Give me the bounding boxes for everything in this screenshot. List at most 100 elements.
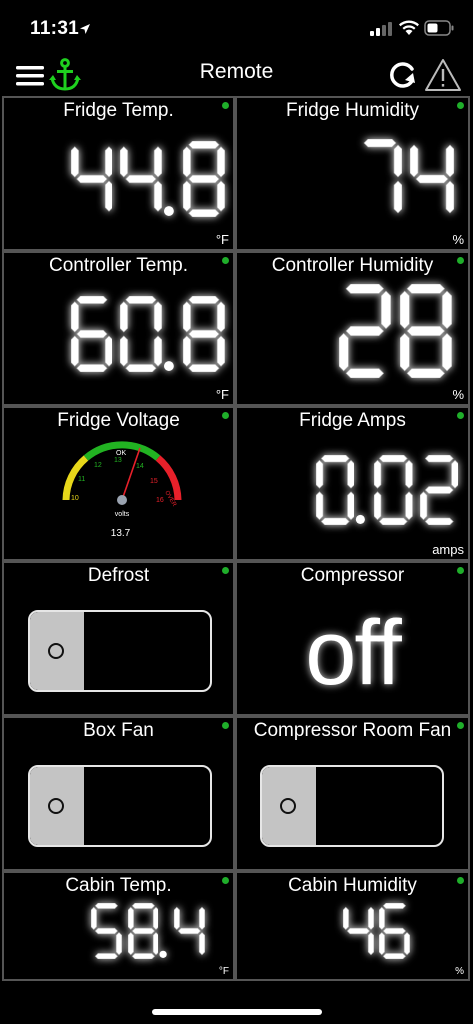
seven-seg-segment — [406, 326, 446, 336]
tile-compressor-room-fan: Compressor Room Fan — [235, 716, 470, 871]
wifi-icon — [399, 20, 419, 35]
tile-title: Compressor Room Fan — [253, 720, 452, 741]
tile-title: Defrost — [87, 565, 150, 586]
seven-seg-segment — [188, 296, 220, 304]
seven-seg-segment — [70, 146, 79, 178]
seven-seg-segment — [339, 332, 349, 372]
seven-seg-segment — [75, 174, 108, 184]
tile-controller-humidity[interactable]: Controller Humidity % — [235, 251, 470, 406]
seven-seg-segment — [419, 491, 427, 521]
seven-seg-segment — [116, 931, 123, 956]
seven-seg-digit — [379, 903, 410, 959]
tile-cabin-temp[interactable]: Cabin Temp. °F — [2, 871, 235, 981]
seven-seg-segment — [188, 364, 220, 372]
status-dot — [222, 877, 229, 884]
seven-seg-digit — [70, 296, 113, 372]
status-dot — [222, 412, 229, 419]
seven-seg-segment — [131, 903, 155, 909]
seven-seg-segment — [381, 290, 391, 330]
seven-seg-segment — [217, 146, 225, 178]
nav-bar: Remote — [0, 56, 473, 94]
status-dot — [457, 567, 464, 574]
seven-seg-segment — [346, 491, 355, 521]
seven-seg-segment — [183, 335, 192, 367]
seven-seg-digit — [174, 906, 205, 956]
seven-seg-digit — [339, 284, 391, 378]
seven-seg-segment — [345, 368, 385, 378]
status-dot — [457, 877, 464, 884]
seven-seg-segment — [153, 301, 162, 333]
seven-seg-segment — [415, 174, 449, 184]
tile-fridge-temp[interactable]: Fridge Temp. °F — [2, 96, 235, 251]
seven-seg-segment — [153, 146, 162, 178]
box-fan-toggle[interactable] — [28, 765, 212, 847]
tile-defrost: Defrost — [2, 561, 235, 716]
seven-seg-segment — [119, 146, 128, 178]
tile-controller-temp[interactable]: Controller Temp. °F — [2, 251, 235, 406]
voltage-gauge: OK OVER 10 11 12 13 14 15 16 volts — [62, 441, 182, 518]
tile-title: Fridge Temp. — [63, 100, 174, 121]
seven-seg-segment — [382, 903, 407, 909]
defrost-toggle[interactable] — [28, 610, 212, 692]
tile-fridge-voltage[interactable]: Fridge Voltage OK OVER 10 11 12 13 14 15… — [2, 406, 235, 561]
seven-seg-segment — [315, 459, 324, 489]
seven-seg-digit — [342, 906, 374, 956]
seven-seg-digit — [70, 146, 113, 212]
tile-title: Compressor — [300, 565, 405, 586]
seven-seg-digit — [363, 139, 402, 214]
tile-title: Cabin Temp. — [65, 875, 172, 896]
seven-seg-digit — [183, 296, 225, 372]
seven-seg-segment — [188, 329, 220, 339]
seven-seg-digit — [315, 455, 355, 525]
tile-fridge-amps[interactable]: Fridge Amps amps — [235, 406, 470, 561]
seven-seg-segment — [104, 180, 113, 212]
gauge-ok-label: OK — [116, 450, 126, 457]
seven-seg-segment — [374, 491, 382, 521]
home-indicator[interactable] — [152, 1009, 322, 1015]
seven-seg-segment — [320, 455, 350, 463]
seven-seg-segment — [177, 927, 202, 935]
tile-fridge-humidity[interactable]: Fridge Humidity % — [235, 96, 470, 251]
seven-seg-digit — [119, 296, 162, 372]
seven-seg-digit — [400, 284, 452, 378]
warning-icon[interactable] — [424, 58, 462, 92]
tile-cabin-humidity[interactable]: Cabin Humidity % — [235, 871, 470, 981]
seven-seg-segment — [119, 335, 128, 367]
seven-seg-segment — [320, 517, 350, 525]
seven-seg-segment — [183, 301, 192, 333]
seven-seg-segment — [70, 301, 79, 333]
seven-seg-segment — [379, 931, 386, 956]
seven-seg-readout — [339, 284, 452, 378]
seven-seg-segment — [188, 209, 220, 217]
toggle-knob[interactable] — [262, 767, 316, 845]
unit-label: % — [452, 387, 464, 402]
seven-seg-segment — [217, 301, 225, 333]
seven-seg-segment — [75, 329, 108, 339]
status-dot — [222, 102, 229, 109]
unit-label: amps — [432, 542, 464, 557]
seven-seg-segment — [405, 491, 413, 521]
seven-seg-segment — [442, 332, 452, 372]
tile-compressor[interactable]: Compressor off — [235, 561, 470, 716]
seven-seg-segment — [95, 903, 119, 909]
compressor-state: off — [305, 602, 402, 704]
seven-seg-segment — [379, 906, 386, 931]
seven-seg-segment — [188, 174, 220, 184]
seven-seg-segment — [346, 927, 370, 935]
battery-icon — [424, 20, 454, 36]
seven-seg-segment — [404, 931, 410, 956]
seven-seg-segment — [153, 180, 162, 212]
toggle-knob[interactable] — [30, 767, 84, 845]
seven-seg-segment — [445, 144, 454, 178]
unit-label: % — [452, 232, 464, 247]
seven-seg-segment — [378, 517, 408, 525]
compressor-room-fan-toggle[interactable] — [260, 765, 444, 847]
toggle-knob[interactable] — [30, 612, 84, 690]
refresh-icon[interactable] — [388, 60, 418, 90]
seven-seg-segment — [410, 144, 419, 178]
seven-seg-digit — [419, 455, 458, 525]
seven-seg-segment — [217, 180, 225, 212]
seven-seg-segment — [374, 459, 382, 489]
seven-seg-segment — [153, 335, 162, 367]
seven-seg-segment — [91, 906, 98, 931]
